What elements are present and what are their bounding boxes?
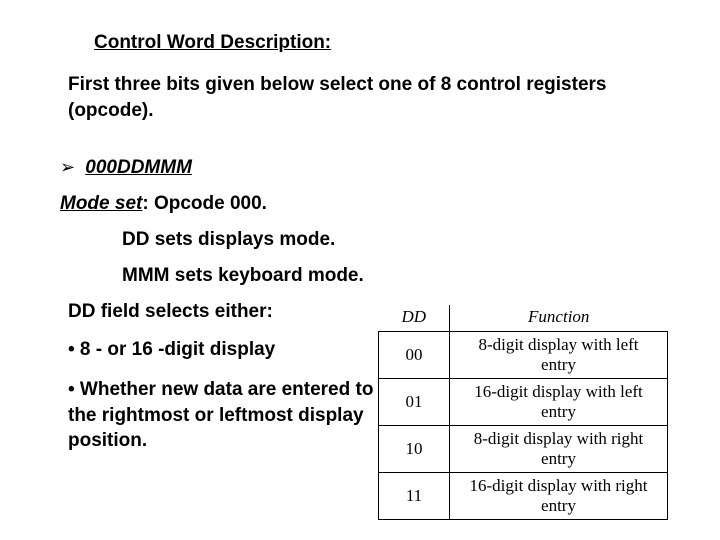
opcode-term: 000DDMMM xyxy=(85,157,192,178)
right-column: DD Function 00 8-digit display with left… xyxy=(378,301,670,520)
slide: Control Word Description: First three bi… xyxy=(0,0,720,540)
cell-dd: 11 xyxy=(379,473,450,520)
arrow-icon: ➢ xyxy=(60,157,80,178)
cell-fn: 8-digit display with right entry xyxy=(450,426,668,473)
opcode-bullet: ➢ 000DDMMM xyxy=(60,157,670,179)
mmm-sub-line: MMM sets keyboard mode. xyxy=(122,265,670,287)
mode-set-label: Mode set xyxy=(60,193,142,214)
dd-function-table: DD Function 00 8-digit display with left… xyxy=(378,305,668,520)
cell-dd: 01 xyxy=(379,379,450,426)
mode-set-rest: : Opcode 000. xyxy=(142,193,267,214)
cell-dd: 10 xyxy=(379,426,450,473)
dd-field-heading: DD field selects either: xyxy=(68,301,378,323)
table-row: 01 16-digit display with left entry xyxy=(379,379,668,426)
section-heading: Control Word Description: xyxy=(94,32,670,54)
table-row: 00 8-digit display with left entry xyxy=(379,332,668,379)
header-function: Function xyxy=(450,305,668,332)
header-dd: DD xyxy=(379,305,450,332)
table-row: 11 16-digit display with right entry xyxy=(379,473,668,520)
dd-sub-line: DD sets displays mode. xyxy=(122,229,670,251)
left-column: DD field selects either: • 8 - or 16 -di… xyxy=(68,301,378,520)
bullet-entry-position: • Whether new data are entered to the ri… xyxy=(68,377,378,454)
table-header-row: DD Function xyxy=(379,305,668,332)
table-row: 10 8-digit display with right entry xyxy=(379,426,668,473)
cell-fn: 8-digit display with left entry xyxy=(450,332,668,379)
lower-region: DD field selects either: • 8 - or 16 -di… xyxy=(50,301,670,520)
cell-dd: 00 xyxy=(379,332,450,379)
intro-text: First three bits given below select one … xyxy=(68,72,660,123)
bullet-digit-display: • 8 - or 16 -digit display xyxy=(68,337,378,363)
cell-fn: 16-digit display with right entry xyxy=(450,473,668,520)
mode-set-line: Mode set: Opcode 000. xyxy=(60,193,670,215)
cell-fn: 16-digit display with left entry xyxy=(450,379,668,426)
